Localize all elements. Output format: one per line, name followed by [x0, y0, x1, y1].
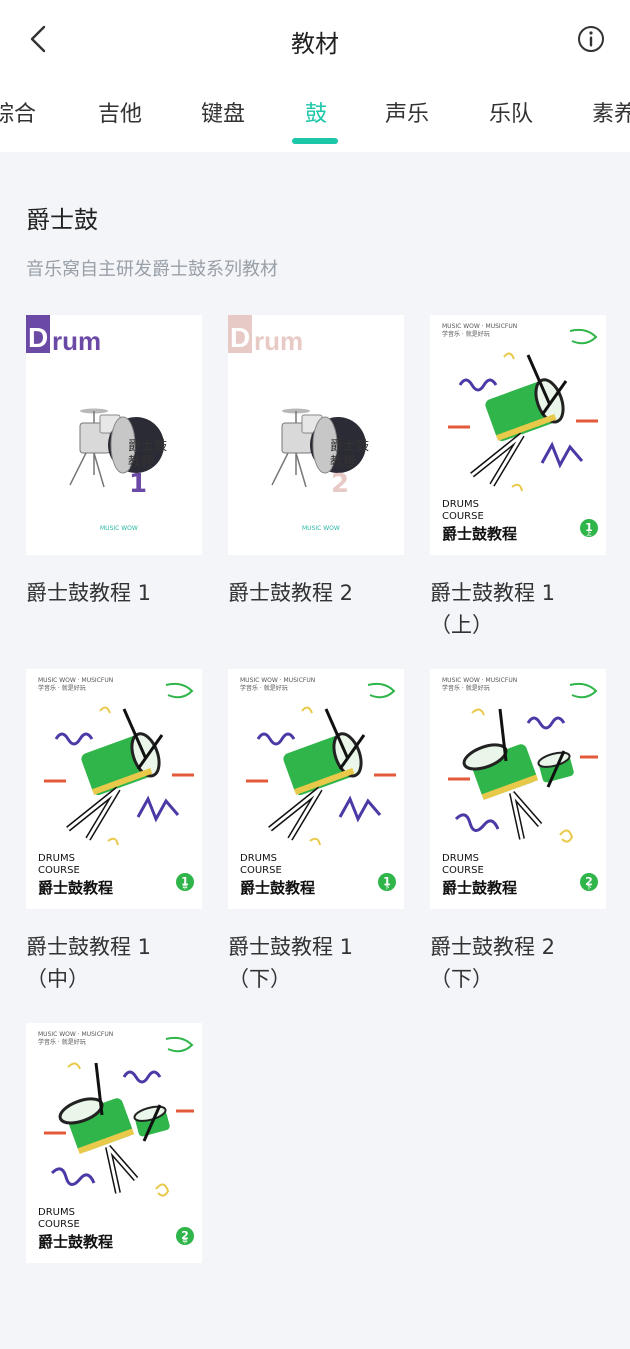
volume-badge: 1 下 — [378, 873, 396, 891]
tab-band[interactable]: 乐队 — [489, 96, 533, 128]
section-title: 爵士鼓 — [26, 206, 98, 234]
book-card[interactable]: D rum 爵士鼓教程 1 MUSIC WOW 爵士鼓教程 1 — [26, 315, 202, 641]
tab-literacy[interactable]: 素养 — [592, 96, 630, 128]
book-card[interactable]: D rum 爵士鼓教程 2 MUSIC WOW 爵士鼓教程 2 — [228, 315, 404, 641]
book-title: 爵士鼓教程 2（下） — [430, 935, 556, 991]
svg-text:rum: rum — [254, 326, 303, 356]
svg-text:rum: rum — [52, 326, 101, 356]
book-card[interactable]: MUSIC WOW · MUSICFUN 学音乐 · 就是好玩 DRUMS CO… — [26, 1023, 202, 1349]
cover-title: 爵士鼓教程 — [38, 879, 114, 897]
book-card[interactable]: MUSIC WOW · MUSICFUN 学音乐 · 就是好玩 DRUMS CO… — [430, 315, 606, 641]
book-cover[interactable]: MUSIC WOW · MUSICFUN 学音乐 · 就是好玩 DRUMS CO… — [228, 669, 404, 909]
cover-english-title: DRUMS COURSE — [240, 853, 282, 876]
book-title: 爵士鼓教程 1（中） — [26, 935, 152, 991]
cover-english-title: DRUMS COURSE — [38, 853, 80, 876]
content: 爵士鼓 音乐窝自主研发爵士鼓系列教材 D rum 爵士鼓教程 1 MUSIC W… — [0, 200, 630, 1349]
top-bar: 教材 — [0, 0, 630, 80]
book-title — [26, 1285, 202, 1349]
tab-general[interactable]: 综合 — [0, 96, 36, 128]
cover-title: 爵士鼓教程 — [38, 1233, 114, 1251]
drum-cover-art: D rum — [26, 315, 164, 488]
cover-english-title: DRUMS COURSE — [38, 1207, 80, 1230]
brand-mark: MUSIC WOW — [100, 525, 138, 532]
tab-keyboard[interactable]: 键盘 — [201, 96, 245, 128]
volume-badge: 2 下 — [580, 873, 598, 891]
book-cover[interactable]: MUSIC WOW · MUSICFUN 学音乐 · 就是好玩 DRUMS CO… — [26, 669, 202, 909]
cover-title: 爵士鼓教程 — [240, 879, 316, 897]
tab-guitar[interactable]: 吉他 — [98, 96, 142, 128]
cover-english-title: DRUMS COURSE — [442, 499, 484, 522]
book-card[interactable]: MUSIC WOW · MUSICFUN 学音乐 · 就是好玩 DRUMS CO… — [26, 669, 202, 995]
category-tabs: 综合 吉他 键盘 鼓 声乐 乐队 素养 — [0, 80, 630, 152]
book-card[interactable]: MUSIC WOW · MUSICFUN 学音乐 · 就是好玩 DRUMS CO… — [228, 669, 404, 995]
book-cover[interactable]: MUSIC WOW · MUSICFUN 学音乐 · 就是好玩 DRUMS CO… — [430, 315, 606, 555]
svg-text:D: D — [230, 322, 250, 353]
section-subtitle: 音乐窝自主研发爵士鼓系列教材 — [26, 259, 278, 280]
tab-drums[interactable]: 鼓 — [305, 96, 327, 128]
book-cover[interactable]: D rum 爵士鼓教程 1 MUSIC WOW — [26, 315, 202, 555]
cover-english-title: DRUMS COURSE — [442, 853, 484, 876]
info-icon[interactable] — [576, 24, 606, 54]
book-title: 爵士鼓教程 1（下） — [228, 935, 354, 991]
drum-cover-art: D rum — [228, 315, 366, 488]
book-title: 爵士鼓教程 2 — [228, 581, 354, 605]
volume-badge: 1 中 — [176, 873, 194, 891]
page-title: 教材 — [291, 30, 339, 58]
volume-badge: 1 上 — [580, 519, 598, 537]
cover-number: 2 — [331, 469, 350, 499]
active-tab-indicator — [292, 138, 338, 144]
book-cover[interactable]: D rum 爵士鼓教程 2 MUSIC WOW — [228, 315, 404, 555]
tab-vocal[interactable]: 声乐 — [385, 96, 429, 128]
book-title: 爵士鼓教程 1 — [26, 581, 152, 605]
cover-title: 爵士鼓教程 — [330, 439, 370, 470]
cover-title: 爵士鼓教程 — [442, 879, 518, 897]
brand-mark: MUSIC WOW — [302, 525, 340, 532]
book-cover[interactable]: MUSIC WOW · MUSICFUN 学音乐 · 就是好玩 DRUMS CO… — [430, 669, 606, 909]
book-card[interactable]: MUSIC WOW · MUSICFUN 学音乐 · 就是好玩 DRUMS CO… — [430, 669, 606, 995]
volume-badge: 2 中 — [176, 1227, 194, 1245]
cover-number: 1 — [129, 469, 148, 499]
book-grid: D rum 爵士鼓教程 1 MUSIC WOW 爵士鼓教程 1 D rum 爵士… — [26, 315, 606, 1349]
book-title: 爵士鼓教程 1（上） — [430, 581, 556, 637]
cover-title: 爵士鼓教程 — [442, 525, 518, 543]
book-cover[interactable]: MUSIC WOW · MUSICFUN 学音乐 · 就是好玩 DRUMS CO… — [26, 1023, 202, 1263]
cover-title: 爵士鼓教程 — [128, 439, 168, 470]
svg-text:D: D — [28, 322, 48, 353]
